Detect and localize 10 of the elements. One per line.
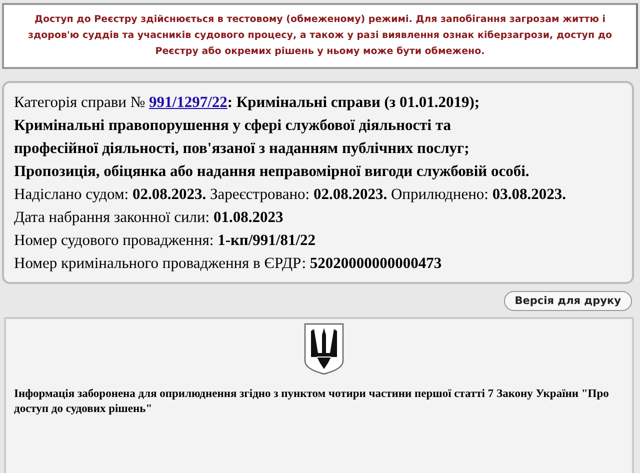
print-version-button[interactable]: Версія для друку [504,291,632,311]
case-category: Категорія справи № 991/1297/22: Кримінальні справи (з 01.01.2019); Кримінальні правопорушення у сфері службової діяльності та професійної діяльності, пов'язаної з наданням публічних послуг; Пропозиція, обіцянка або надання неправомірної вигоди службовій особі. [14,93,530,182]
case-detail: Дата набрання законної сили: 01.08.2023 [14,208,284,228]
coat-of-arms-icon [304,323,344,375]
restriction-notice: Інформація заборонена для оприлюднення згідно з пунктом чотири частини першої статті 7 Закону України "Про доступ до судових рішень" [14,387,610,417]
case-number-link[interactable]: 991/1297/22 [149,94,228,111]
case-detail: Номер судового провадження: 1-кп/991/81/22 [14,231,317,251]
access-notice: Доступ до Реєстру здійснюється в тестовому (обмеженому) режимі. Для запобігання загрозам життю і здоров'ю суддів та учасників судового процесу, а також у разі виявлення ознак кіберзагрози, доступ до Реєстру або окремих рішень у ньому може бути обмежено. [2,3,638,69]
case-detail: Надіслано судом: 02.08.2023. Зареєстровано: 02.08.2023. Оприлюднено: 03.08.2023. [14,185,567,205]
case-detail: Номер кримінального провадження в ЄРДР: 52020000000000473 [14,254,443,274]
